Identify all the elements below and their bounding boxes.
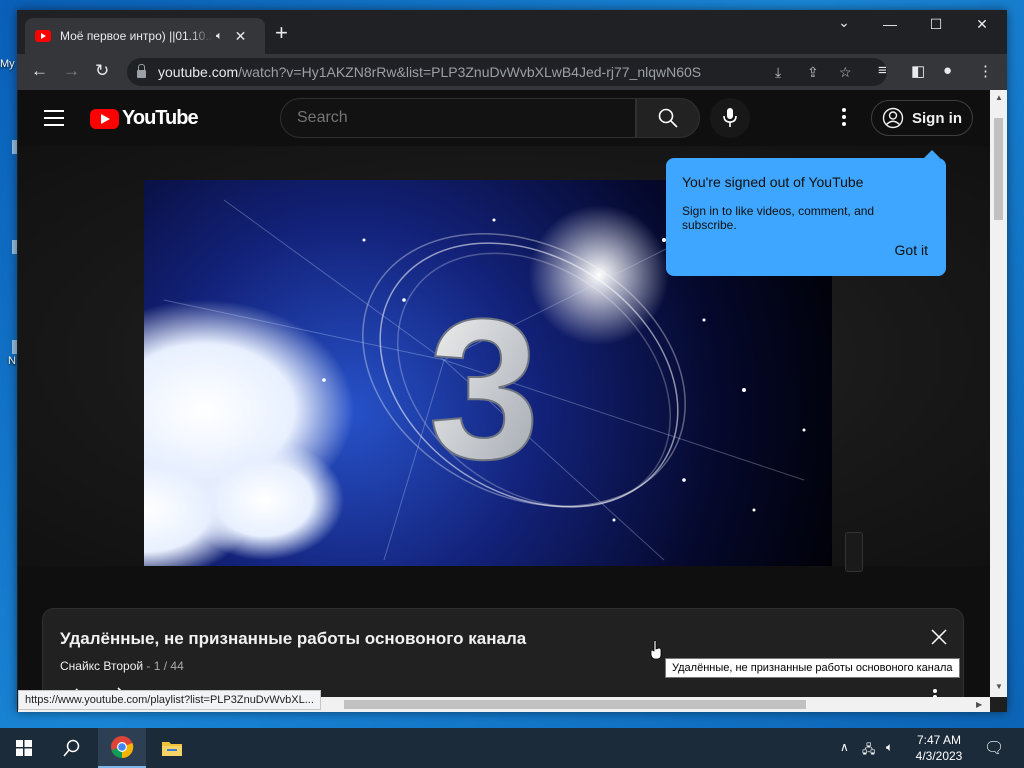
url-domain: youtube.com: [158, 64, 239, 80]
search-icon: [658, 108, 678, 128]
clock-time: 7:47 AM: [916, 733, 962, 747]
youtube-favicon-icon: [35, 30, 51, 42]
back-arrow-icon[interactable]: ←: [31, 62, 48, 80]
menu-hamburger-icon[interactable]: [44, 110, 64, 131]
vertical-scroll-thumb[interactable]: [994, 118, 1003, 220]
playlist-position: - 1 / 44: [143, 659, 184, 673]
youtube-logo-text: YouTube: [122, 107, 199, 129]
horizontal-scroll-thumb[interactable]: [344, 700, 806, 709]
scroll-down-icon[interactable]: ▼: [995, 682, 1003, 691]
search-icon: [63, 739, 80, 757]
tab-title: Моё первое интро) ||01.10.2: [60, 29, 212, 43]
close-icon[interactable]: [931, 629, 947, 645]
minimize-button[interactable]: —: [867, 16, 913, 32]
address-bar[interactable]: youtube.com/watch?v=Hy1AKZN8rRw&list=PLP…: [127, 58, 887, 86]
tab-close-icon[interactable]: ✕: [235, 28, 247, 45]
tab-strip: Моё первое интро) ||01.10.2 🔈︎ ✕ + ⌄ — ☐…: [17, 10, 1007, 54]
new-tab-button[interactable]: +: [275, 22, 288, 44]
install-app-icon[interactable]: ⤓: [775, 64, 781, 81]
taskbar-explorer-button[interactable]: [148, 728, 196, 768]
clock-date: 4/3/2023: [915, 749, 963, 763]
speaker-icon[interactable]: 🔈︎: [216, 30, 223, 43]
chrome-menu-icon[interactable]: ⋮: [978, 62, 993, 80]
settings-kebab-icon[interactable]: [838, 108, 850, 129]
taskbar-clock[interactable]: 7:47 AM 4/3/2023: [900, 732, 978, 764]
bookmark-star-icon[interactable]: ☆: [839, 64, 852, 81]
search-button[interactable]: [636, 98, 700, 138]
playlist-meta: Снайкс Второй - 1 / 44: [60, 659, 184, 673]
search-input[interactable]: [280, 98, 636, 138]
sign-in-button[interactable]: Sign in: [871, 100, 973, 136]
player-side-handle[interactable]: [845, 532, 863, 572]
scroll-right-icon[interactable]: ▶: [976, 700, 982, 709]
signed-out-bubble: You're signed out of YouTube Sign in to …: [666, 150, 946, 276]
browser-window: Моё первое интро) ||01.10.2 🔈︎ ✕ + ⌄ — ☐…: [17, 10, 1007, 712]
channel-three-digit: 3: [428, 278, 539, 501]
lock-icon: [137, 63, 146, 78]
profile-icon[interactable]: ●: [943, 62, 952, 79]
scroll-up-icon[interactable]: ▲: [995, 93, 1003, 102]
taskbar-chrome-button[interactable]: [98, 728, 146, 768]
side-panel-icon[interactable]: ◧: [911, 62, 925, 80]
page-viewport: YouTube Search Sign in 3 You're signed o…: [18, 90, 990, 702]
desktop-icon-label: My: [0, 58, 15, 70]
account-icon: [882, 107, 904, 129]
notification-icon[interactable]: 🗨︎: [984, 738, 1004, 758]
bubble-title: You're signed out of YouTube: [682, 174, 864, 190]
playlist-channel[interactable]: Снайкс Второй: [60, 659, 143, 673]
browser-toolbar: ← → ↻ youtube.com/watch?v=Hy1AKZN8rRw&li…: [17, 54, 1007, 90]
taskbar-search-button[interactable]: [48, 728, 96, 768]
network-icon[interactable]: 🖧︎: [862, 740, 875, 761]
forward-arrow-icon[interactable]: →: [63, 62, 80, 80]
windows-logo-icon: [16, 740, 32, 756]
volume-icon[interactable]: 🔈︎: [886, 740, 893, 755]
microphone-icon: [723, 108, 737, 127]
desktop-icon-label: N: [8, 355, 16, 367]
got-it-button[interactable]: Got it: [895, 242, 928, 258]
share-icon[interactable]: ⇪: [807, 64, 819, 81]
youtube-header: YouTube Search Sign in: [18, 90, 990, 146]
media-controls-icon[interactable]: ≡: [878, 62, 887, 79]
youtube-logo[interactable]: YouTube: [90, 107, 199, 130]
url-text: youtube.com/watch?v=Hy1AKZN8rRw&list=PLP…: [158, 64, 701, 80]
youtube-play-icon: [90, 108, 119, 129]
chrome-icon: [111, 736, 134, 759]
playlist-title-tooltip: Удалённые, не признанные работы основоно…: [665, 658, 960, 678]
bubble-body: Sign in to like videos, comment, and sub…: [682, 204, 875, 232]
close-window-button[interactable]: ✕: [959, 16, 1005, 33]
hand-cursor-icon: [650, 640, 662, 660]
link-status-bar: https://www.youtube.com/playlist?list=PL…: [18, 690, 321, 710]
taskbar: ∧ 🖧︎ 🔈︎ 7:47 AM 4/3/2023 🗨︎: [0, 728, 1024, 768]
vertical-scrollbar[interactable]: ▲ ▼: [990, 90, 1007, 697]
maximize-button[interactable]: ☐: [913, 16, 959, 33]
playlist-panel: Удалённые, не признанные работы основоно…: [42, 608, 964, 702]
tray-overflow-icon[interactable]: ∧: [840, 740, 849, 754]
url-path: /watch?v=Hy1AKZN8rRw&list=PLP3ZnuDvWvbXL…: [238, 64, 702, 80]
folder-icon: [162, 742, 182, 756]
browser-tab[interactable]: Моё первое интро) ||01.10.2 🔈︎ ✕: [25, 18, 265, 54]
reload-icon[interactable]: ↻: [95, 62, 109, 80]
playlist-title[interactable]: Удалённые, не признанные работы основоно…: [60, 629, 526, 649]
sign-in-label: Sign in: [912, 109, 962, 127]
voice-search-button[interactable]: [710, 98, 750, 138]
tab-search-dropdown-icon[interactable]: ⌄: [821, 14, 867, 31]
start-button[interactable]: [0, 728, 48, 768]
